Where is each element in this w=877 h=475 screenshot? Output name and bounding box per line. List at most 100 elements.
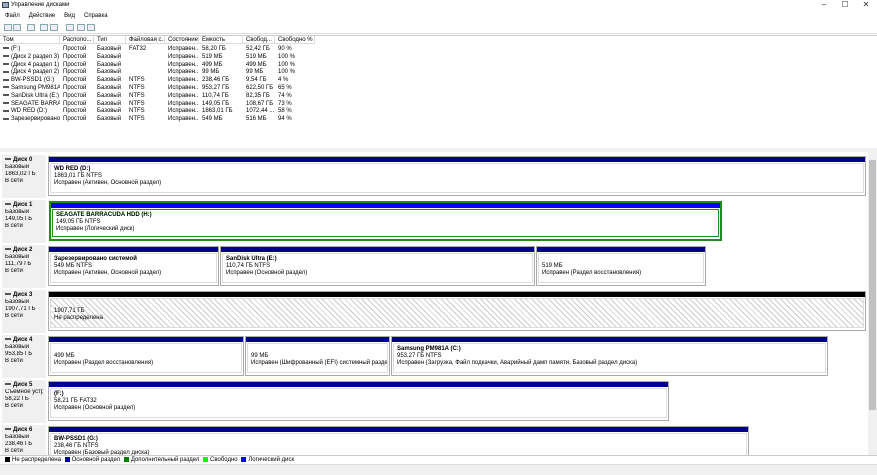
table-cell: Простой bbox=[60, 84, 94, 92]
window-icon[interactable] bbox=[87, 24, 95, 31]
table-cell: Исправен... bbox=[165, 92, 199, 100]
connect-icon[interactable] bbox=[66, 24, 74, 31]
partition[interactable]: Зарезервировано системой 549 МБ NTFS Испра… bbox=[48, 246, 219, 286]
disk-type: Базовый bbox=[5, 254, 30, 260]
disk-icon bbox=[5, 203, 11, 206]
disk-label[interactable]: Диск 2 Базовый 111,79 ГБ В сети bbox=[2, 245, 46, 288]
partition-title bbox=[251, 346, 384, 353]
disk-type: Базовый bbox=[5, 299, 30, 305]
disk-label[interactable]: Диск 6 Базовый 238,46 ГБ В сети bbox=[2, 425, 46, 455]
cell-text: FAT32 bbox=[129, 46, 147, 52]
scrollbar-thumb[interactable] bbox=[869, 160, 876, 410]
menu-file[interactable]: Файл bbox=[5, 13, 20, 19]
table-cell: FAT32 bbox=[126, 45, 165, 53]
table-row[interactable]: (Диск 2 раздел 3) Простой Базовый Исправен.… bbox=[0, 53, 320, 61]
close-button[interactable]: ✕ bbox=[856, 0, 876, 11]
partition-size: 58,21 ГБ FAT32 bbox=[54, 398, 97, 404]
column-header[interactable]: Файловая с... bbox=[126, 36, 165, 44]
disk-name-text: Диск 2 bbox=[13, 247, 33, 253]
table-cell: 65 % bbox=[275, 84, 315, 92]
volume-icon bbox=[3, 78, 9, 81]
cell-text: 1072,44 ... bbox=[246, 108, 275, 115]
table-row[interactable]: (Диск 4 раздел 1) Простой Базовый Исправен.… bbox=[0, 61, 320, 69]
table-row[interactable]: Samsung PM981A...Простой Базовый NTFS Испра… bbox=[0, 84, 320, 92]
table-cell: Простой bbox=[60, 100, 94, 108]
table-cell bbox=[126, 53, 165, 61]
table-row[interactable]: BW-PSSD1 (G:) Простой Базовый NTFS Исправен.… bbox=[0, 76, 320, 84]
partition[interactable]: SEAGATE BARRACUDA HDD (H:) 149,05 ГБ NTFS… bbox=[49, 201, 722, 241]
disk-label[interactable]: Диск 3 Базовый 1907,71 ГБ В сети bbox=[2, 290, 46, 333]
column-header[interactable]: Том bbox=[0, 36, 60, 44]
disk-name: Диск 3 bbox=[5, 292, 43, 299]
partition[interactable]: (F:) 58,21 ГБ FAT32 Исправен (Основной раз… bbox=[48, 381, 669, 421]
volume-list[interactable]: Том Располо... Тип Файловая с... Состояние Ем… bbox=[0, 35, 877, 148]
partition[interactable]: 519 МБ Исправен (Раздел восстановления) bbox=[536, 246, 706, 286]
partition-status: Исправен (Активен, Основной раздел) bbox=[54, 180, 162, 186]
check-icon[interactable] bbox=[77, 24, 85, 31]
menu-action[interactable]: Действие bbox=[29, 13, 55, 19]
partition[interactable]: SanDisk Ultra (E:) 110,74 ГБ NTFS Исправен… bbox=[220, 246, 535, 286]
disk-label[interactable]: Диск 1 Базовый 149,05 ГБ В сети bbox=[2, 200, 46, 243]
properties-icon[interactable] bbox=[50, 24, 58, 31]
column-header[interactable]: Состояние bbox=[165, 36, 199, 44]
cell-text: Базовый bbox=[97, 46, 122, 52]
table-cell: 100 % bbox=[275, 68, 315, 76]
partition[interactable]: BW-PSSD1 (G:) 238,46 ГБ NTFS Исправен (Баз… bbox=[48, 426, 749, 455]
cell-text: Базовый bbox=[97, 92, 122, 99]
table-row[interactable]: (Диск 4 раздел 2) Простой Базовый Исправен.… bbox=[0, 68, 320, 76]
list-icon[interactable] bbox=[27, 24, 35, 31]
cell-text: Простой bbox=[63, 69, 87, 76]
partition[interactable]: WD RED (D:) 1863,01 ГБ NTFS Исправен (Акти… bbox=[48, 156, 866, 196]
table-row[interactable]: WD RED (D:) Простой Базовый NTFS Исправен...… bbox=[0, 107, 320, 115]
disk-label[interactable]: Диск 5Съемное устройство58,22 ГБВ сети bbox=[2, 380, 46, 423]
disk-state: В сети bbox=[5, 313, 23, 319]
cell-text: NTFS bbox=[129, 85, 145, 91]
partition[interactable]: 1907,71 ГБ Не распределена bbox=[48, 291, 866, 331]
table-cell: Простой bbox=[60, 76, 94, 84]
maximize-button[interactable]: ☐ bbox=[835, 0, 855, 11]
partition-body: SEAGATE BARRACUDA HDD (H:) 149,05 ГБ NTFS… bbox=[52, 209, 719, 237]
forward-icon[interactable] bbox=[13, 24, 21, 31]
table-row[interactable]: SanDisk Ultra (E:) Простой Базовый NTFS Испр… bbox=[0, 92, 320, 100]
disk-name: Диск 4 bbox=[5, 337, 43, 344]
back-icon[interactable] bbox=[4, 24, 12, 31]
cell-text: 499 МБ bbox=[246, 61, 267, 68]
partition-bar bbox=[49, 337, 243, 342]
table-cell: 90 % bbox=[275, 45, 315, 53]
column-header[interactable]: Свободно % bbox=[275, 36, 315, 44]
cell-text: WD RED (D:) bbox=[11, 108, 47, 115]
disk-label[interactable]: Диск 4 Базовый 953,85 ГБ В сети bbox=[2, 335, 46, 378]
cell-text: 82,35 ГБ bbox=[246, 92, 270, 99]
partition-status: Исправен (Активен, Основной раздел) bbox=[54, 270, 162, 276]
table-row[interactable]: SEAGATE BARRAC...Простой Базовый NTFS Испра… bbox=[0, 100, 320, 108]
cell-text: Простой bbox=[63, 92, 87, 99]
table-row[interactable]: Зарезервировано... Простой Базовый NTFS Испр… bbox=[0, 115, 320, 123]
cell-text: Исправен... bbox=[168, 92, 199, 99]
partition[interactable]: 499 МБ Исправен (Раздел восстановления) bbox=[48, 336, 244, 376]
cell-text: 73 % bbox=[278, 100, 292, 107]
menu-help[interactable]: Справка bbox=[84, 13, 108, 19]
table-cell: Исправен... bbox=[165, 68, 199, 76]
partition[interactable]: 99 МБ Исправен (Шифрованный (EFI) системн… bbox=[245, 336, 390, 376]
menu-view[interactable]: Вид bbox=[64, 13, 75, 19]
partition[interactable]: Samsung PM981A (C:) 953,27 ГБ NTFS Исправе… bbox=[391, 336, 828, 376]
legend: Не распределена Основной раздел Дополнит… bbox=[0, 455, 877, 464]
column-header[interactable]: Свобод... bbox=[243, 36, 275, 44]
table-cell: Samsung PM981A... bbox=[0, 84, 60, 92]
column-header[interactable]: Располо... bbox=[60, 36, 94, 44]
legend-swatch bbox=[123, 456, 129, 462]
minimize-button[interactable]: – bbox=[814, 0, 834, 11]
disk-label[interactable]: Диск 0 Базовый 1863,02 ГБ В сети bbox=[2, 155, 46, 198]
partition-bar bbox=[49, 382, 668, 387]
column-header[interactable]: Емкость bbox=[199, 36, 243, 44]
volume-icon bbox=[3, 70, 9, 73]
table-row[interactable]: (F:) Простой Базовый FAT32 Исправен... 58,20 … bbox=[0, 45, 320, 53]
cell-text: 499 МБ bbox=[202, 61, 223, 68]
legend-swatch bbox=[241, 456, 247, 462]
column-header[interactable]: Тип bbox=[94, 36, 126, 44]
help-icon[interactable] bbox=[40, 24, 48, 31]
table-cell: Базовый bbox=[94, 61, 126, 69]
disk-size: 149,05 ГБ bbox=[5, 216, 33, 222]
table-cell: 52,42 ГБ bbox=[243, 45, 275, 53]
table-cell: Исправен... bbox=[165, 61, 199, 69]
